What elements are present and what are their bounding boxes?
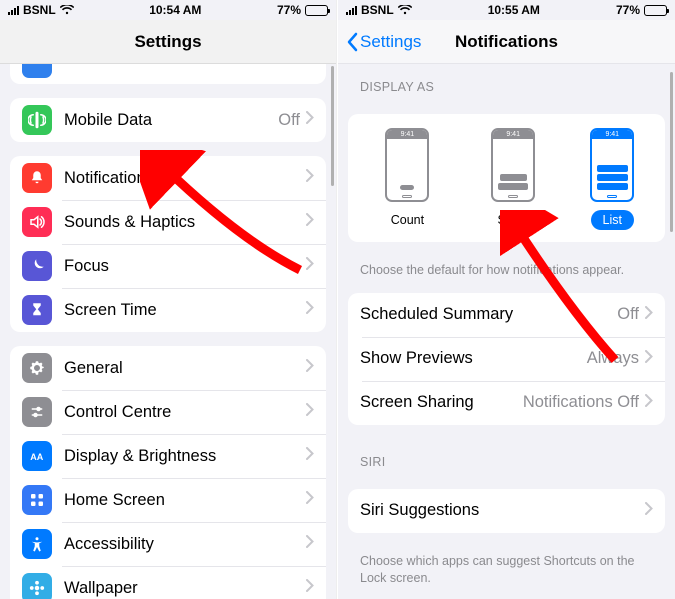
row-show-previews[interactable]: Show Previews Always	[348, 337, 665, 381]
battery-icon	[305, 5, 328, 16]
chevron-right-icon	[306, 447, 314, 465]
row-focus[interactable]: Focus	[10, 244, 326, 288]
row-general[interactable]: General	[10, 346, 326, 390]
row-value: Off	[278, 111, 300, 130]
chevron-right-icon	[306, 213, 314, 231]
row-label: Control Centre	[64, 403, 306, 422]
row-label: Screen Time	[64, 301, 306, 320]
display-as-list[interactable]: 9:41 List	[590, 128, 634, 230]
page-title: Notifications	[455, 32, 558, 52]
row-accessibility[interactable]: Accessibility	[10, 522, 326, 566]
chevron-right-icon	[306, 579, 314, 597]
scrollbar[interactable]	[331, 66, 334, 186]
row-label: Scheduled Summary	[360, 305, 617, 324]
chevron-right-icon	[645, 350, 653, 368]
battery-pct: 77%	[616, 3, 640, 17]
clock: 10:54 AM	[74, 3, 277, 17]
row-home-screen[interactable]: Home Screen	[10, 478, 326, 522]
app-grid-icon	[22, 485, 52, 515]
chevron-right-icon	[306, 535, 314, 553]
row-scheduled-summary[interactable]: Scheduled Summary Off	[348, 293, 665, 337]
chevron-right-icon	[306, 301, 314, 319]
back-button[interactable]: Settings	[346, 32, 421, 52]
row-truncated-top	[10, 64, 326, 84]
chevron-right-icon	[306, 257, 314, 275]
sliders-icon	[22, 397, 52, 427]
chevron-right-icon	[306, 359, 314, 377]
battery-icon	[644, 5, 667, 16]
row-label: Focus	[64, 257, 306, 276]
text-size-icon: AA	[22, 441, 52, 471]
signal-icon	[8, 6, 19, 15]
row-label: Notifications	[64, 169, 306, 188]
speaker-icon	[22, 207, 52, 237]
row-value: Always	[587, 349, 639, 368]
row-screen-sharing[interactable]: Screen Sharing Notifications Off	[348, 381, 665, 425]
row-label: Accessibility	[64, 535, 306, 554]
row-sounds[interactable]: Sounds & Haptics	[10, 200, 326, 244]
display-as-picker: 9:41 Count 9:41 Stack 9:41 List	[348, 114, 665, 242]
chevron-right-icon	[306, 169, 314, 187]
row-label: Wallpaper	[64, 579, 306, 598]
row-value: Off	[617, 305, 639, 324]
row-label: Show Previews	[360, 349, 587, 368]
display-as-stack[interactable]: 9:41 Stack	[486, 128, 541, 230]
chevron-right-icon	[306, 111, 314, 129]
screenshot-notifications: BSNL 10:55 AM 77% Settings Notifications…	[338, 0, 675, 599]
row-wallpaper[interactable]: Wallpaper	[10, 566, 326, 599]
page-title: Settings	[134, 32, 201, 52]
row-mobile-data[interactable]: Mobile Data Off	[10, 98, 326, 142]
clock: 10:55 AM	[412, 3, 616, 17]
row-siri-suggestions[interactable]: Siri Suggestions	[348, 489, 665, 533]
section-header-display-as: Display As	[338, 64, 675, 100]
row-screen-time[interactable]: Screen Time	[10, 288, 326, 332]
scrollbar[interactable]	[670, 72, 673, 232]
flower-icon	[22, 573, 52, 599]
chevron-right-icon	[306, 491, 314, 509]
nav-bar: Settings	[0, 20, 336, 64]
carrier-label: BSNL	[23, 3, 56, 17]
option-label: List	[591, 210, 634, 230]
screenshot-settings: BSNL 10:54 AM 77% Settings Mobile Data O…	[0, 0, 337, 599]
row-display-brightness[interactable]: AA Display & Brightness	[10, 434, 326, 478]
moon-icon	[22, 251, 52, 281]
bell-icon	[22, 163, 52, 193]
carrier-label: BSNL	[361, 3, 394, 17]
row-label: Sounds & Haptics	[64, 213, 306, 232]
section-header-notification-style: Notification Style	[338, 587, 675, 599]
row-notifications[interactable]: Notifications	[10, 156, 326, 200]
wifi-icon	[60, 5, 74, 15]
accessibility-icon	[22, 529, 52, 559]
display-as-count[interactable]: 9:41 Count	[379, 128, 436, 230]
gear-icon	[22, 353, 52, 383]
nav-bar: Settings Notifications	[338, 20, 675, 64]
status-bar: BSNL 10:54 AM 77%	[0, 0, 336, 20]
section-footer-siri: Choose which apps can suggest Shortcuts …	[338, 547, 675, 587]
hourglass-icon	[22, 295, 52, 325]
section-footer-display-as: Choose the default for how notifications…	[338, 256, 675, 279]
row-label: General	[64, 359, 306, 378]
row-label: Screen Sharing	[360, 393, 523, 412]
row-value: Notifications Off	[523, 393, 639, 412]
chevron-right-icon	[645, 306, 653, 324]
row-label: Display & Brightness	[64, 447, 306, 466]
row-label: Mobile Data	[64, 111, 278, 130]
row-label: Siri Suggestions	[360, 501, 645, 520]
chevron-right-icon	[645, 502, 653, 520]
svg-text:AA: AA	[30, 452, 43, 462]
status-bar: BSNL 10:55 AM 77%	[338, 0, 675, 20]
chevron-right-icon	[306, 403, 314, 421]
row-control-centre[interactable]: Control Centre	[10, 390, 326, 434]
option-label: Count	[379, 210, 436, 230]
wifi-icon	[398, 5, 412, 15]
battery-pct: 77%	[277, 3, 301, 17]
chevron-left-icon	[346, 32, 358, 52]
signal-icon	[346, 6, 357, 15]
option-label: Stack	[486, 210, 541, 230]
antenna-icon	[22, 105, 52, 135]
chevron-right-icon	[645, 394, 653, 412]
section-header-siri: Siri	[338, 439, 675, 475]
row-label: Home Screen	[64, 491, 306, 510]
back-label: Settings	[360, 32, 421, 52]
